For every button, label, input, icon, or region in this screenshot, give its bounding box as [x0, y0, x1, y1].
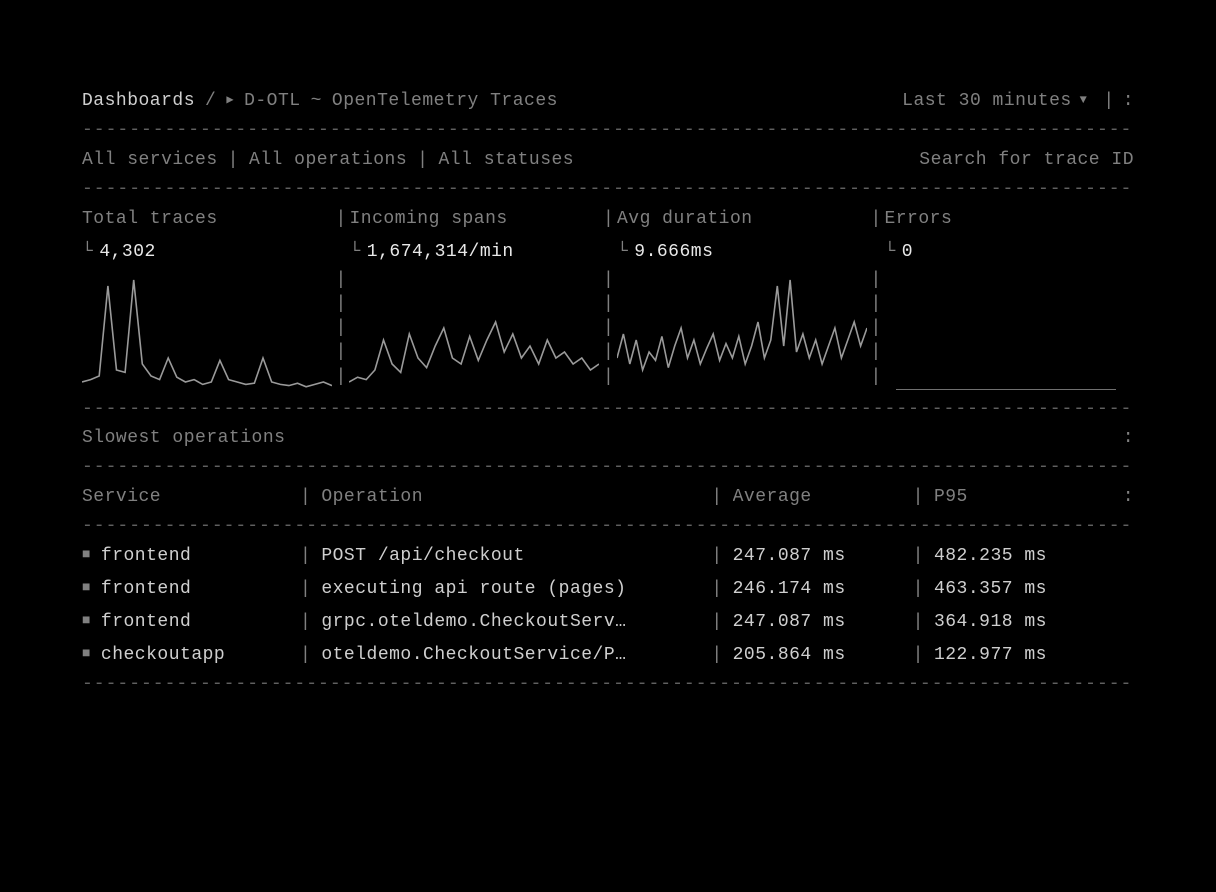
cell-operation: grpc.oteldemo.CheckoutServ…: [321, 609, 701, 636]
metric-label: Errors: [884, 206, 1134, 233]
cell-average: 205.864 ms: [733, 642, 903, 669]
cell-operation: oteldemo.CheckoutService/P…: [321, 642, 701, 669]
corner-icon: └: [884, 239, 895, 266]
pipe-separator: |: [903, 642, 934, 669]
pipe-separator: |: [903, 576, 934, 603]
cell-p95: 463.357 ms: [934, 576, 1104, 603]
sparkline-incoming-spans: [349, 274, 599, 394]
cell-p95: 482.235 ms: [934, 543, 1104, 570]
cell-service: ■frontend: [82, 609, 290, 636]
dashboard-code[interactable]: D-OTL: [234, 88, 301, 115]
col-header-service[interactable]: Service: [82, 484, 290, 511]
chevron-down-icon[interactable]: ▼: [1072, 91, 1096, 109]
cell-average: 247.087 ms: [733, 543, 903, 570]
metric-incoming-spans[interactable]: | Incoming spans └ 1,674,314/min |||||: [349, 206, 616, 394]
cell-service: ■frontend: [82, 543, 290, 570]
pipe-separator: |: [407, 147, 438, 174]
search-trace-input[interactable]: Search for trace ID: [919, 147, 1134, 174]
divider: ----------------------------------------…: [82, 458, 1134, 478]
metric-value: 1,674,314/min: [367, 239, 514, 266]
pipe-separator: |: [870, 206, 881, 233]
table-row[interactable]: ■frontend|grpc.oteldemo.CheckoutServ…|24…: [82, 609, 1134, 636]
cell-service: ■checkoutapp: [82, 642, 290, 669]
corner-icon: └: [82, 239, 93, 266]
col-header-p95[interactable]: P95: [934, 484, 1104, 511]
corner-icon: └: [617, 239, 628, 266]
pipe-separator: |: [701, 576, 732, 603]
metric-value: 4,302: [99, 239, 156, 266]
metric-errors[interactable]: | Errors └ 0 |||||: [884, 206, 1134, 394]
time-range-selector[interactable]: Last 30 minutes: [902, 88, 1072, 115]
pipe-separator: |: [218, 147, 249, 174]
metric-total-traces[interactable]: Total traces └ 4,302: [82, 206, 349, 394]
metric-avg-duration[interactable]: | Avg duration └ 9.666ms |||||: [617, 206, 884, 394]
menu-icon[interactable]: :: [1123, 484, 1134, 511]
col-header-operation[interactable]: Operation: [321, 484, 701, 511]
square-icon: ■: [82, 644, 91, 665]
pipe-separator: |: [603, 206, 614, 233]
dashboard-title: OpenTelemetry Traces: [332, 88, 558, 115]
pipe-separator: |: [335, 206, 346, 233]
menu-icon[interactable]: :: [1123, 88, 1134, 115]
filter-services[interactable]: All services: [82, 147, 218, 174]
divider: ----------------------------------------…: [82, 180, 1134, 200]
square-icon: ■: [82, 578, 91, 599]
sparkline-errors: [896, 389, 1116, 390]
table-row[interactable]: ■frontend|POST /api/checkout|247.087 ms|…: [82, 543, 1134, 570]
metric-label: Avg duration: [617, 206, 884, 233]
cell-operation: executing api route (pages): [321, 576, 701, 603]
sparkline-total-traces: [82, 274, 332, 394]
square-icon: ■: [82, 545, 91, 566]
cell-p95: 122.977 ms: [934, 642, 1104, 669]
table-row[interactable]: ■frontend|executing api route (pages)|24…: [82, 576, 1134, 603]
divider: ----------------------------------------…: [82, 121, 1134, 141]
pipe-separator: |: [701, 484, 732, 511]
cell-p95: 364.918 ms: [934, 609, 1104, 636]
filter-statuses[interactable]: All statuses: [438, 147, 574, 174]
pipe-separator: |: [701, 642, 732, 669]
cell-average: 246.174 ms: [733, 576, 903, 603]
play-icon[interactable]: ▶: [226, 91, 234, 109]
pipe-separator: |: [290, 576, 321, 603]
divider: ----------------------------------------…: [82, 400, 1134, 420]
pipe-separator: |: [290, 642, 321, 669]
breadcrumb-root[interactable]: Dashboards: [82, 88, 195, 115]
col-header-average[interactable]: Average: [733, 484, 903, 511]
pipe-separator: |: [903, 543, 934, 570]
section-title: Slowest operations: [82, 425, 285, 452]
table-header: Service | Operation | Average | P95 :: [82, 484, 1134, 511]
metric-value: 9.666ms: [634, 239, 713, 266]
pipe-separator: |: [701, 543, 732, 570]
pipe-separator: |: [903, 484, 934, 511]
menu-icon[interactable]: :: [1123, 425, 1134, 452]
metric-label: Total traces: [82, 206, 349, 233]
metrics-row: Total traces └ 4,302 | Incoming spans └ …: [82, 206, 1134, 394]
cell-average: 247.087 ms: [733, 609, 903, 636]
corner-icon: └: [349, 239, 360, 266]
pipe-separator: |: [1095, 88, 1122, 115]
divider: ----------------------------------------…: [82, 675, 1134, 695]
filter-operations[interactable]: All operations: [249, 147, 407, 174]
metric-value: 0: [902, 239, 913, 266]
cell-service: ■frontend: [82, 576, 290, 603]
breadcrumb-separator: /: [195, 88, 226, 115]
pipe-separator: |: [701, 609, 732, 636]
table-row[interactable]: ■checkoutapp|oteldemo.CheckoutService/P……: [82, 642, 1134, 669]
divider: ----------------------------------------…: [82, 517, 1134, 537]
square-icon: ■: [82, 611, 91, 632]
pipe-separator: |: [290, 543, 321, 570]
pipe-separator: |: [290, 609, 321, 636]
metric-label: Incoming spans: [349, 206, 616, 233]
cell-operation: POST /api/checkout: [321, 543, 701, 570]
tilde-separator: ~: [301, 88, 332, 115]
pipe-separator: |: [903, 609, 934, 636]
pipe-separator: |: [290, 484, 321, 511]
sparkline-avg-duration: [617, 274, 867, 394]
